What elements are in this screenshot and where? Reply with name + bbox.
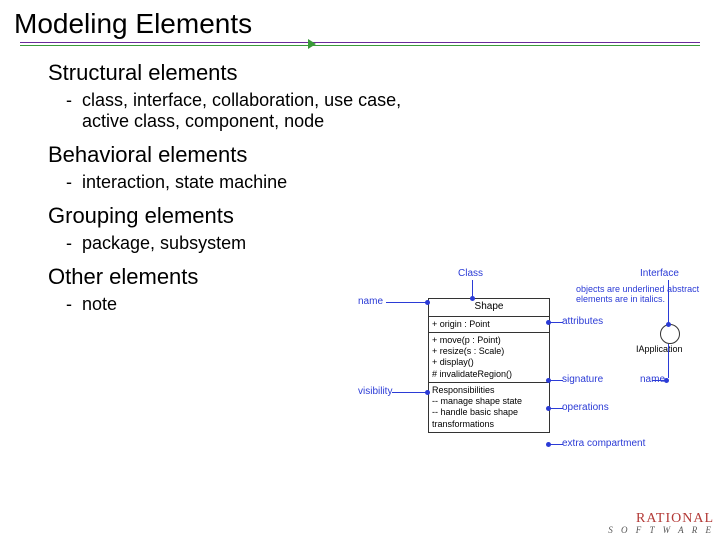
label-interface: Interface bbox=[640, 268, 679, 279]
list-item: -package, subsystem bbox=[66, 233, 672, 254]
label-signature: signature bbox=[562, 374, 603, 385]
section-head-behavioral: Behavioral elements bbox=[48, 142, 672, 168]
class-box: Shape + origin : Point + move(p : Point)… bbox=[428, 298, 550, 433]
section-head-structural: Structural elements bbox=[48, 60, 672, 86]
interface-circle-icon bbox=[660, 324, 680, 344]
rational-logo: RATIONAL S O F T W A R E bbox=[608, 513, 714, 534]
interface-name: IApplication bbox=[636, 344, 683, 354]
uml-class-diagram: Class Interface objects are underlined a… bbox=[352, 262, 712, 492]
label-attributes: attributes bbox=[562, 316, 603, 327]
list-item: -class, interface, collaboration, use ca… bbox=[66, 90, 672, 132]
label-note: objects are underlined abstract elements… bbox=[576, 284, 706, 304]
arrow-icon bbox=[308, 39, 316, 49]
label-extra: extra compartment bbox=[562, 438, 645, 449]
class-resp: Responsibilities -- manage shape state -… bbox=[429, 383, 549, 432]
label-class: Class bbox=[458, 268, 483, 279]
page-title: Modeling Elements bbox=[0, 0, 720, 42]
class-ops: + move(p : Point) + resize(s : Scale) + … bbox=[429, 333, 549, 383]
label-visibility: visibility bbox=[358, 386, 392, 397]
label-operations: operations bbox=[562, 402, 609, 413]
class-name: Shape bbox=[429, 299, 549, 317]
title-rule bbox=[20, 42, 700, 50]
section-head-grouping: Grouping elements bbox=[48, 203, 672, 229]
label-name: name bbox=[358, 296, 383, 307]
list-item: -interaction, state machine bbox=[66, 172, 672, 193]
class-attr: + origin : Point bbox=[429, 317, 549, 333]
